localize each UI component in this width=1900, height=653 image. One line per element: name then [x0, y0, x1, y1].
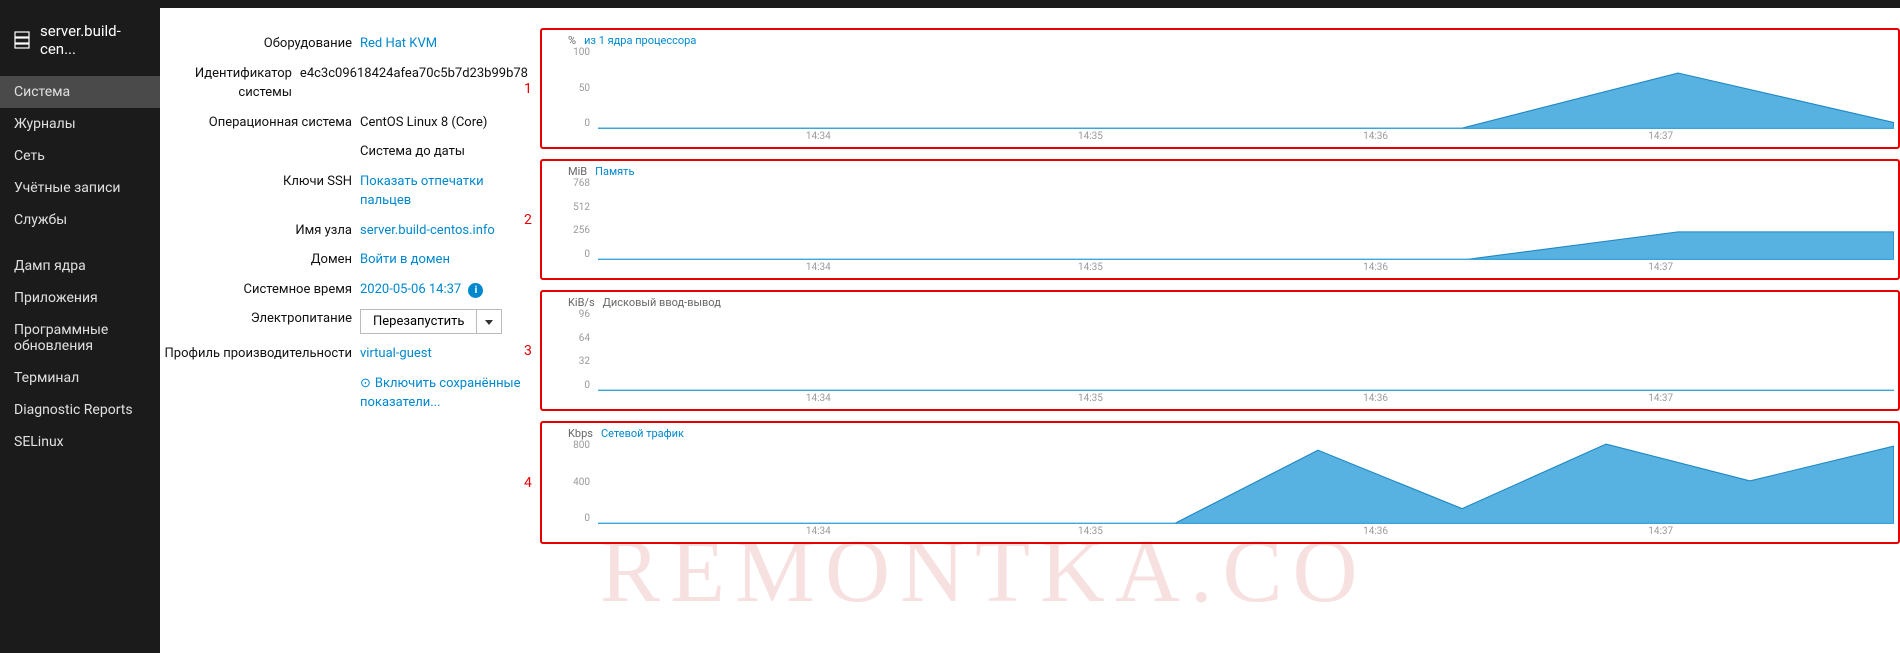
charts: REMONTKA.CO 1%из 1 ядра процессора100500… — [540, 28, 1900, 653]
chart-unit: KiB/s — [568, 296, 595, 309]
info-link-5[interactable]: server.build-centos.info — [360, 223, 495, 238]
info-label — [160, 142, 360, 162]
main-content: ОборудованиеRed Hat KVM Идентификатор сис… — [160, 8, 1900, 653]
info-link-0[interactable]: Red Hat KVM — [360, 36, 437, 51]
x-tick: 14:36 — [1363, 131, 1388, 142]
info-icon[interactable]: i — [468, 283, 483, 298]
sidebar-item-terminal[interactable]: Терминал — [0, 362, 160, 394]
info-value: Система до даты — [360, 142, 528, 162]
chart-3: 3KiB/sДисковый ввод-вывод966432014:3414:… — [540, 290, 1900, 411]
annotation-number: 2 — [524, 212, 532, 228]
annotation-number: 3 — [524, 343, 532, 359]
x-tick: 14:36 — [1363, 526, 1388, 537]
info-circle-icon: ⊙ — [360, 376, 371, 391]
chart-unit: % — [568, 34, 576, 47]
chevron-down-icon — [485, 320, 493, 325]
info-link-10[interactable]: ⊙Включить сохранённые показатели... — [360, 376, 521, 411]
sidebar-item-diag[interactable]: Diagnostic Reports — [0, 394, 160, 426]
x-tick: 14:37 — [1648, 393, 1673, 404]
y-tick: 0 — [542, 513, 590, 524]
x-tick: 14:36 — [1363, 393, 1388, 404]
sidebar-item-accounts[interactable]: Учётные записи — [0, 172, 160, 204]
info-label: Электропитание — [160, 309, 360, 334]
x-tick: 14:37 — [1648, 262, 1673, 273]
info-link-9[interactable]: virtual-guest — [360, 346, 432, 361]
sidebar: server.build-cen... СистемаЖурналыСетьУч… — [0, 8, 160, 653]
x-tick: 14:37 — [1648, 526, 1673, 537]
y-tick: 768 — [542, 178, 590, 189]
sidebar-item-apps[interactable]: Приложения — [0, 282, 160, 314]
x-tick: 14:35 — [1078, 526, 1103, 537]
chart-title: Дисковый ввод-вывод — [603, 296, 721, 309]
info-label: Идентификатор системы — [160, 64, 300, 103]
y-tick: 0 — [542, 118, 590, 129]
chart-unit: MiB — [568, 165, 587, 178]
y-tick: 400 — [542, 477, 590, 488]
sidebar-item-selinux[interactable]: SELinux — [0, 426, 160, 458]
chart-4: 4KbpsСетевой трафик800400014:3414:3514:3… — [540, 421, 1900, 544]
info-link-6[interactable]: Войти в домен — [360, 252, 450, 267]
x-tick: 14:35 — [1078, 262, 1103, 273]
chart-plot — [598, 311, 1894, 391]
x-tick: 14:34 — [806, 393, 831, 404]
x-tick: 14:34 — [806, 526, 831, 537]
y-tick: 96 — [542, 309, 590, 320]
chart-plot — [598, 180, 1894, 260]
sidebar-item-updates[interactable]: Программные обновления — [0, 314, 160, 362]
server-icon — [14, 31, 30, 49]
info-value: e4c3c09618424afea70c5b7d23b99b78 — [300, 64, 528, 103]
info-label: Имя узла — [160, 221, 360, 241]
chart-title[interactable]: Память — [595, 165, 634, 178]
y-tick: 0 — [542, 249, 590, 260]
sidebar-item-net[interactable]: Сеть — [0, 140, 160, 172]
info-link-4[interactable]: Показать отпечатки пальцев — [360, 174, 484, 209]
info-label — [160, 374, 360, 413]
y-tick: 800 — [542, 440, 590, 451]
chart-1: 1%из 1 ядра процессора10050014:3414:3514… — [540, 28, 1900, 149]
y-tick: 64 — [542, 333, 590, 344]
x-tick: 14:36 — [1363, 262, 1388, 273]
x-tick: 14:34 — [806, 131, 831, 142]
info-label: Профиль производительности — [160, 344, 360, 364]
info-label: Оборудование — [160, 34, 360, 54]
sidebar-item-kdump[interactable]: Дамп ядра — [0, 250, 160, 282]
y-tick: 0 — [542, 380, 590, 391]
y-tick: 256 — [542, 225, 590, 236]
host-header[interactable]: server.build-cen... — [0, 8, 160, 76]
x-tick: 14:35 — [1078, 393, 1103, 404]
chart-title[interactable]: Сетевой трафик — [601, 427, 684, 440]
chart-2: 2MiBПамять768512256014:3414:3514:3614:37 — [540, 159, 1900, 280]
chart-plot — [598, 442, 1894, 524]
info-label: Домен — [160, 250, 360, 270]
sidebar-item-services[interactable]: Службы — [0, 204, 160, 236]
chart-unit: Kbps — [568, 427, 593, 440]
y-tick: 50 — [542, 83, 590, 94]
info-value: CentOS Linux 8 (Core) — [360, 113, 528, 133]
system-info: ОборудованиеRed Hat KVM Идентификатор сис… — [160, 28, 540, 653]
x-tick: 14:37 — [1648, 131, 1673, 142]
chart-plot — [598, 49, 1894, 129]
x-tick: 14:35 — [1078, 131, 1103, 142]
annotation-number: 4 — [524, 475, 532, 491]
info-label: Системное время — [160, 280, 360, 300]
info-link-7[interactable]: 2020-05-06 14:37 — [360, 282, 461, 297]
restart-button[interactable]: Перезапустить — [360, 309, 477, 334]
annotation-number: 1 — [524, 81, 532, 97]
info-label: Операционная система — [160, 113, 360, 133]
y-tick: 512 — [542, 202, 590, 213]
y-tick: 32 — [542, 356, 590, 367]
y-tick: 100 — [542, 47, 590, 58]
chart-title[interactable]: из 1 ядра процессора — [584, 34, 696, 47]
sidebar-item-system[interactable]: Система — [0, 76, 160, 108]
x-tick: 14:34 — [806, 262, 831, 273]
info-label: Ключи SSH — [160, 172, 360, 211]
host-name: server.build-cen... — [40, 22, 146, 58]
sidebar-item-logs[interactable]: Журналы — [0, 108, 160, 140]
restart-dropdown[interactable] — [477, 309, 502, 334]
